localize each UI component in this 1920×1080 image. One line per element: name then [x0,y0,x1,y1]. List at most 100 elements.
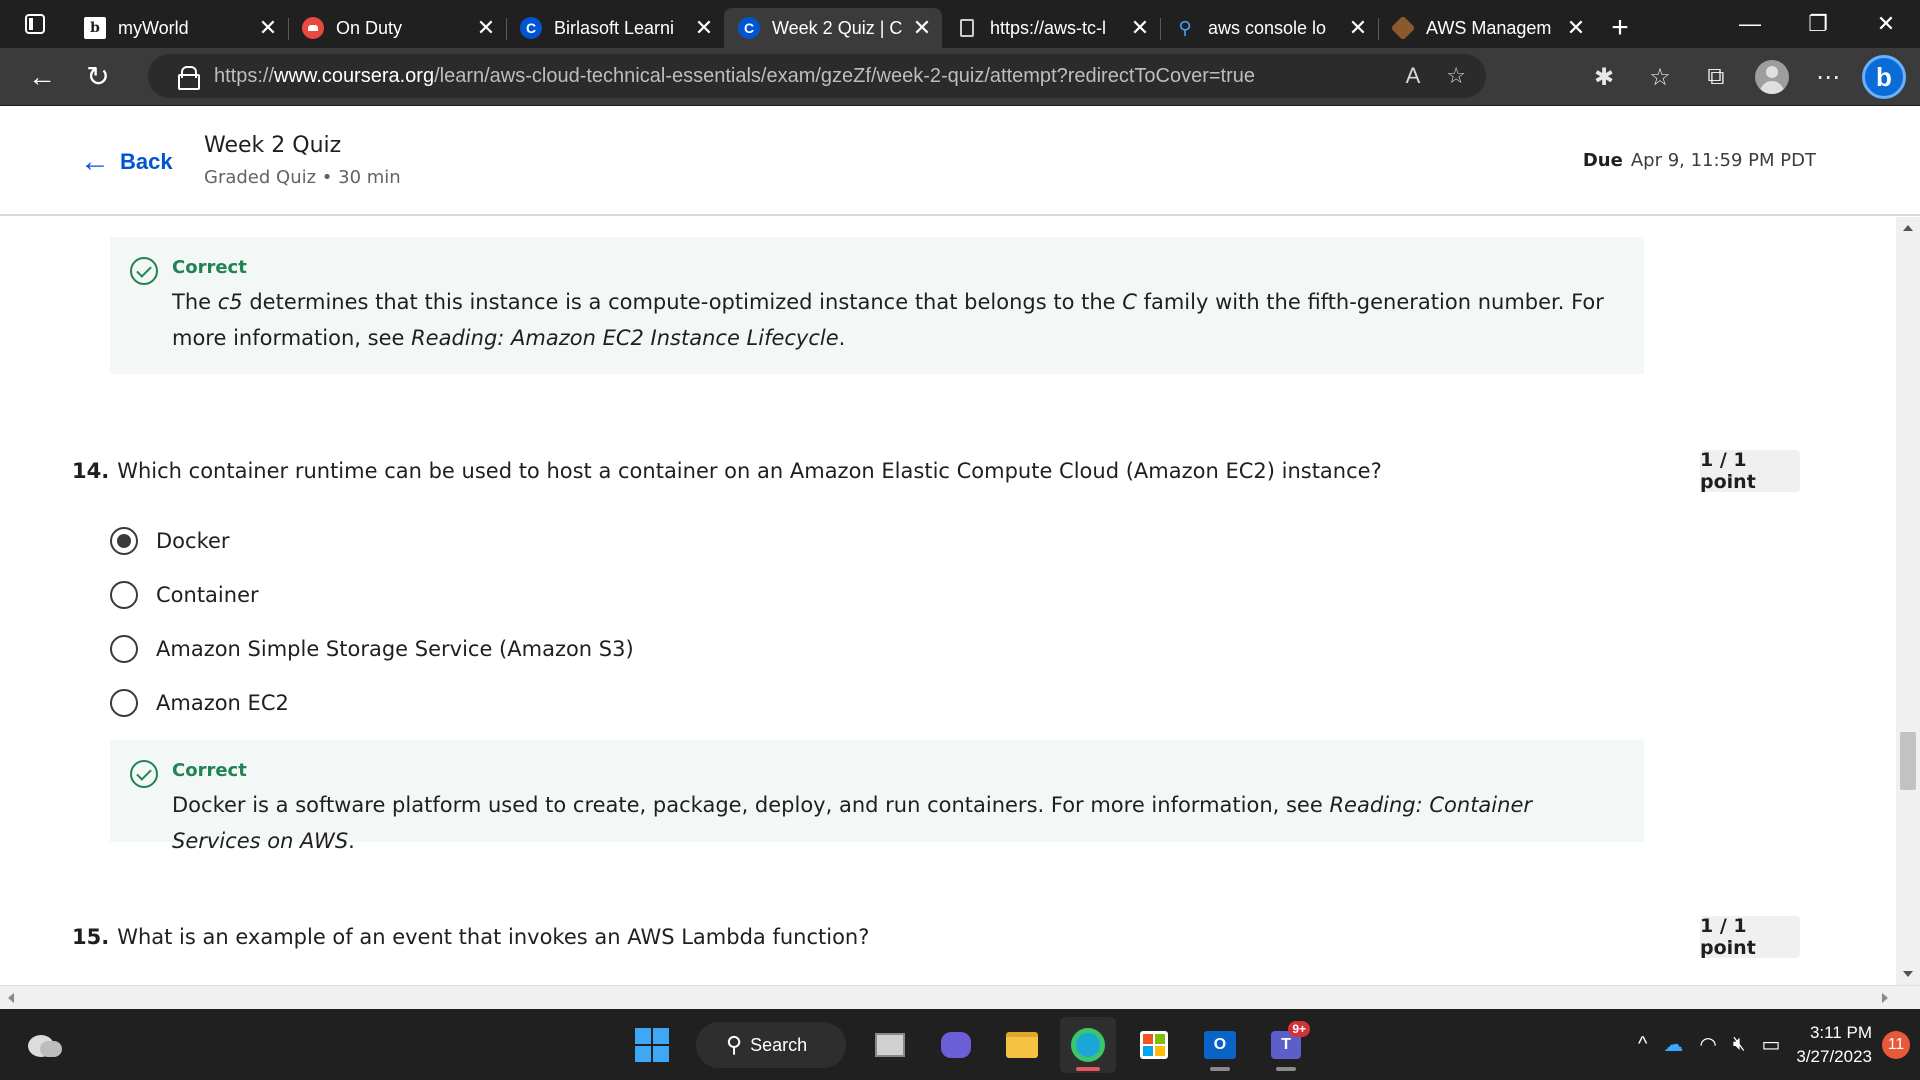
option-container[interactable]: Container [110,581,259,609]
option-amazon-ec2[interactable]: Amazon EC2 [110,689,289,717]
radio-button[interactable] [110,581,138,609]
bing-button[interactable]: b [1856,48,1912,106]
minimize-icon: — [1739,11,1761,36]
url-host: www.coursera.org [274,64,435,87]
collections-icon[interactable]: ⧉ [1688,48,1744,106]
scroll-right-icon[interactable] [1882,993,1888,1003]
due-date: Due Apr 9, 11:59 PM PDT [1583,150,1816,171]
edge-button[interactable] [1060,1017,1116,1073]
radio-button[interactable] [110,689,138,717]
extensions-icon[interactable]: ✱ [1576,48,1632,106]
folder-icon [1006,1032,1038,1058]
url-text[interactable]: https://www.coursera.org/learn/aws-cloud… [214,65,1255,88]
address-bar[interactable]: https://www.coursera.org/learn/aws-cloud… [148,54,1486,98]
tab-title: https://aws-tc-l [990,17,1107,38]
radio-button[interactable] [110,635,138,663]
windows-icon [635,1028,669,1062]
quiz-header: ← Back Week 2 Quiz Graded Quiz • 30 min … [0,107,1920,216]
tab-aws-console-search[interactable]: ⚲ aws console lo ✕ [1160,8,1378,48]
more-options-icon[interactable]: ⋯ [1800,48,1856,106]
tab-actions-button[interactable] [0,0,70,48]
b-icon: b [84,17,106,39]
add-favorite-icon[interactable]: ☆ [1446,63,1466,89]
close-tab-icon[interactable]: ✕ [1348,15,1368,41]
horizontal-scrollbar[interactable] [0,985,1920,1009]
close-tab-icon[interactable]: ✕ [258,15,278,41]
onedrive-icon[interactable]: ☁ [1663,1032,1683,1057]
points-badge: 1 / 1 point [1700,915,1800,959]
new-tab-button[interactable]: + [1596,8,1644,48]
refresh-button[interactable]: ↻ [70,53,126,101]
browser-toolbar: ← ↻ https://www.coursera.org/learn/aws-c… [0,48,1920,106]
wifi-icon[interactable]: ◠ [1699,1032,1716,1057]
vertical-scrollbar[interactable] [1896,217,1920,985]
question-number: 15. [72,925,110,949]
search-icon: ⚲ [726,1032,743,1057]
close-tab-icon[interactable]: ✕ [476,15,496,41]
close-tab-icon[interactable]: ✕ [1566,15,1586,41]
feedback-text-part: The [172,290,218,314]
tab-title: Birlasoft Learni [554,17,675,38]
tab-title: AWS Managem [1426,17,1552,38]
read-aloud-icon[interactable]: A [1406,63,1421,89]
weather-icon[interactable] [24,1029,62,1059]
restore-button[interactable]: ❐ [1784,0,1852,48]
avatar [1755,60,1789,94]
quiz-subtitle: Graded Quiz • 30 min [204,167,401,188]
start-button[interactable] [624,1017,680,1073]
favorites-icon[interactable]: ☆ [1632,48,1688,106]
notification-badge[interactable]: 11 [1882,1030,1910,1059]
battery-icon[interactable]: ▭ [1761,1032,1780,1057]
back-link[interactable]: ← Back [80,147,173,177]
tab-birlasoft[interactable]: C Birlasoft Learni ✕ [506,8,724,48]
aws-cube-icon [1390,15,1416,41]
scroll-up-icon[interactable] [1903,225,1913,231]
scroll-down-icon[interactable] [1903,971,1913,977]
task-view-button[interactable] [862,1017,918,1073]
close-window-button[interactable]: ✕ [1852,0,1920,48]
arrow-left-icon: ← [28,60,56,92]
clock[interactable]: 3:11 PM 3/27/2023 [1796,1021,1872,1069]
scrollbar-thumb[interactable] [1900,732,1916,790]
tab-actions-icon [25,14,45,34]
restore-icon: ❐ [1808,11,1828,36]
teams-button[interactable]: T 9+ [1258,1017,1314,1073]
clock-time: 3:11 PM [1809,1022,1872,1042]
tab-aws-tc[interactable]: https://aws-tc-l ✕ [942,8,1160,48]
question-text: What is an example of an event that invo… [117,925,870,949]
feedback-text-part: . [838,326,846,350]
close-tab-icon[interactable]: ✕ [694,15,714,41]
option-amazon-s3[interactable]: Amazon Simple Storage Service (Amazon S3… [110,635,634,663]
tab-week-2-quiz[interactable]: C Week 2 Quiz | C ✕ [724,8,942,48]
chevron-up-icon[interactable]: ^ [1638,1033,1647,1056]
quiz-title: Week 2 Quiz [204,133,342,158]
option-label: Amazon EC2 [156,691,289,715]
outlook-button[interactable]: O [1192,1017,1248,1073]
feedback-box: Correct The c5 determines that this inst… [110,237,1644,374]
chat-button[interactable] [928,1017,984,1073]
scroll-left-icon[interactable] [8,993,14,1003]
edge-icon [1071,1028,1105,1062]
tab-myworld[interactable]: b myWorld ✕ [70,8,288,48]
minimize-button[interactable]: — [1716,0,1784,48]
taskbar-search[interactable]: ⚲ Search [696,1022,846,1068]
tab-on-duty[interactable]: On Duty ✕ [288,8,506,48]
file-explorer-button[interactable] [994,1017,1050,1073]
reading-link[interactable]: Reading: Amazon EC2 Instance Lifecycle [411,326,839,350]
close-tab-icon[interactable]: ✕ [912,15,932,41]
task-view-icon [875,1033,905,1057]
back-nav-button[interactable]: ← [14,53,70,101]
tab-aws-management[interactable]: AWS Managem ✕ [1378,8,1596,48]
store-button[interactable] [1126,1017,1182,1073]
volume-muted-icon[interactable]: 🔇︎ [1733,1033,1746,1056]
feedback-text-part: determines that this instance is a compu… [242,290,1123,314]
lock-icon [178,66,200,90]
profile-button[interactable] [1744,48,1800,106]
question-14: 14. Which container runtime can be used t… [72,459,1382,483]
radio-selected[interactable] [110,527,138,555]
store-icon [1140,1031,1168,1059]
search-icon: ⚲ [1178,17,1192,38]
option-docker[interactable]: Docker [110,527,230,555]
close-tab-icon[interactable]: ✕ [1130,15,1150,41]
refresh-icon: ↻ [86,61,110,92]
